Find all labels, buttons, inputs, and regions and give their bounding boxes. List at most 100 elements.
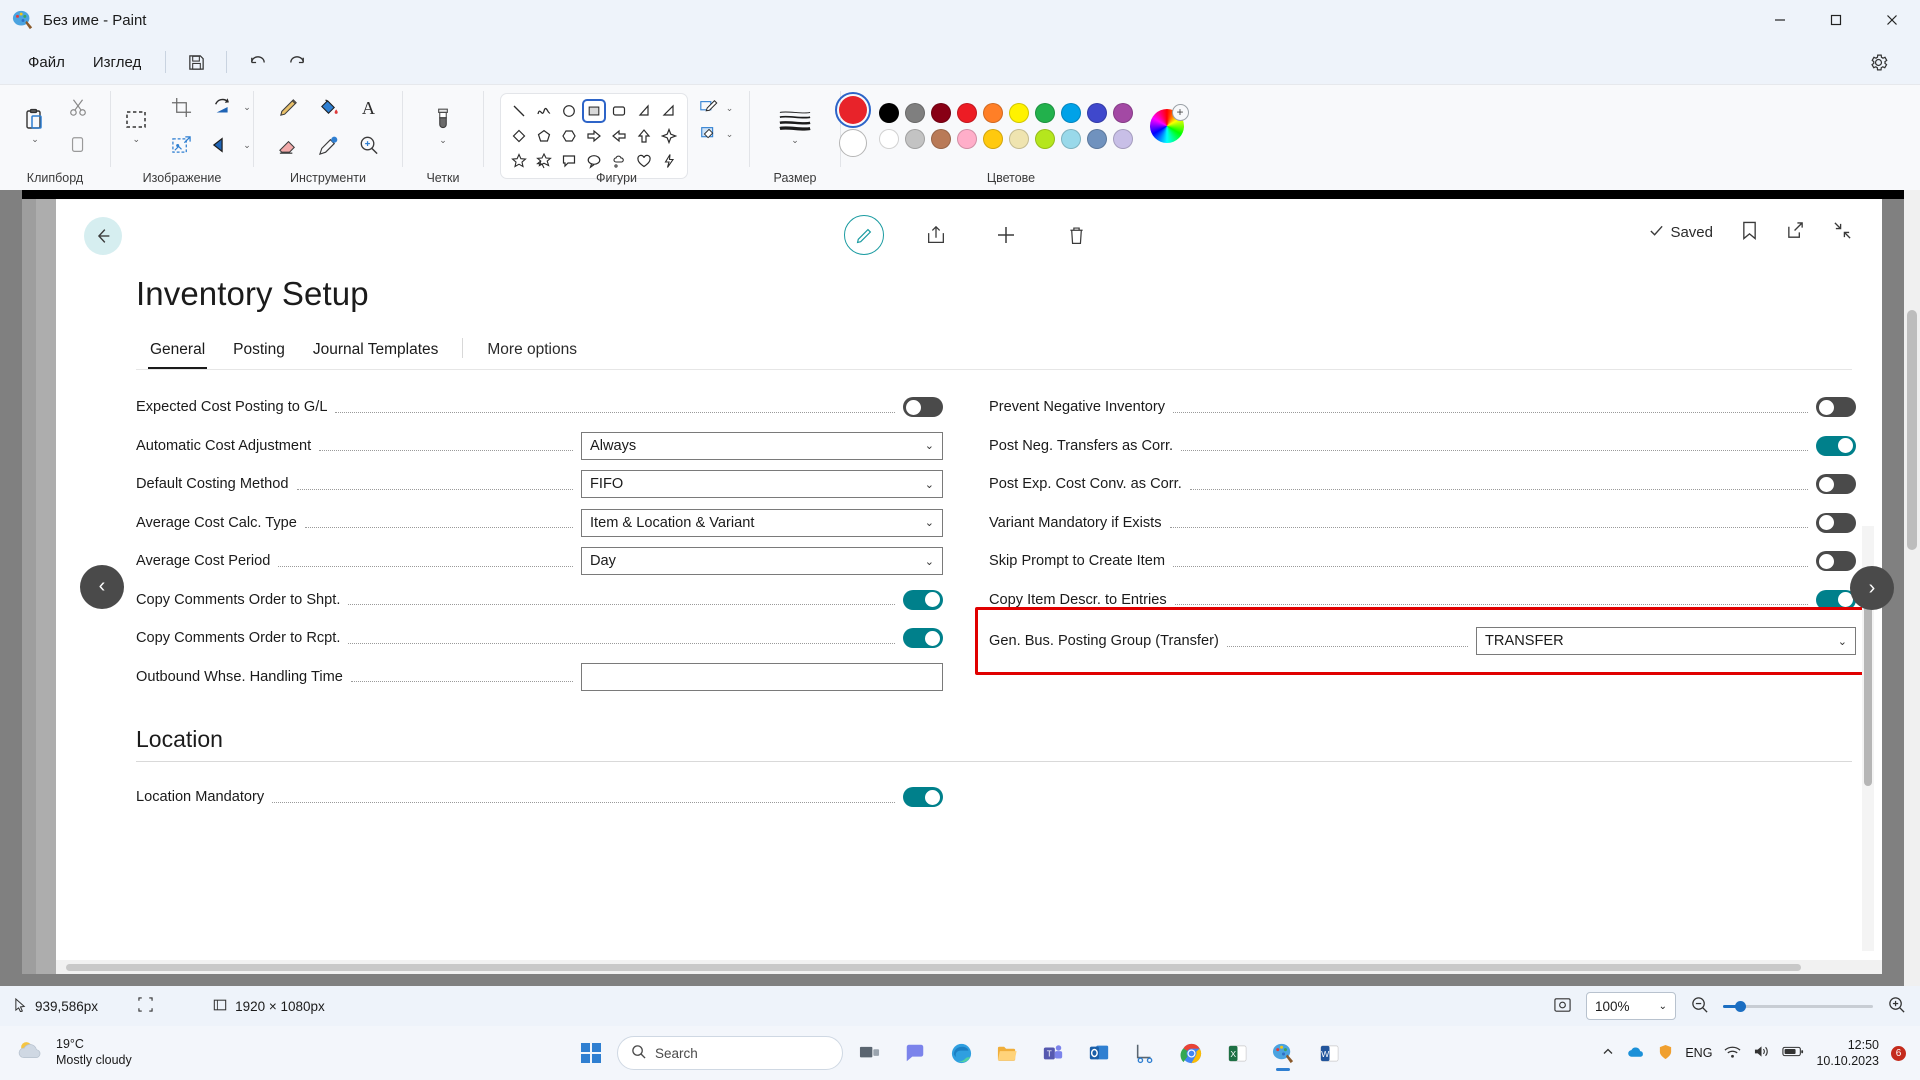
color-swatch[interactable]	[905, 129, 925, 149]
flip-icon[interactable]	[203, 127, 243, 163]
shape-pentagon[interactable]	[532, 124, 556, 148]
color-swatch[interactable]	[1035, 129, 1055, 149]
edge-icon[interactable]	[941, 1033, 981, 1073]
zoom-in-icon[interactable]	[1887, 995, 1906, 1017]
excel-icon[interactable]: X	[1217, 1033, 1257, 1073]
weather-widget[interactable]: 19°C Mostly cloudy	[16, 1037, 132, 1068]
nav-next-button[interactable]: ›	[1850, 566, 1894, 610]
color-swatch[interactable]	[905, 103, 925, 123]
color-swatch[interactable]	[983, 103, 1003, 123]
undo-icon[interactable]	[237, 46, 277, 78]
outlook-icon[interactable]	[1079, 1033, 1119, 1073]
file-explorer-icon[interactable]	[987, 1033, 1027, 1073]
tab-journal-templates[interactable]: Journal Templates	[299, 335, 453, 369]
shape-star-5[interactable]	[507, 149, 531, 173]
redo-icon[interactable]	[277, 46, 317, 78]
wifi-icon[interactable]	[1724, 1045, 1741, 1062]
shapes-gallery[interactable]	[499, 93, 688, 179]
nav-previous-button[interactable]: ‹	[80, 564, 124, 609]
teams-icon[interactable]: T	[1033, 1033, 1073, 1073]
shape-callout-oval[interactable]	[582, 149, 606, 173]
toggle-switch[interactable]	[903, 589, 943, 610]
color-wheel-icon[interactable]: +	[1149, 104, 1189, 143]
open-in-new-window-icon[interactable]	[1786, 221, 1805, 244]
paint-canvas-area[interactable]: Saved Inventory Setup General Posting Jo…	[0, 190, 1920, 986]
paint-taskbar-icon[interactable]	[1263, 1033, 1303, 1073]
color-swatch[interactable]	[879, 129, 899, 149]
select-button[interactable]: ⌄	[113, 95, 159, 157]
shape-rectangle[interactable]	[581, 99, 606, 123]
shape-arrow-up[interactable]	[632, 124, 656, 148]
collapse-icon[interactable]	[1833, 221, 1852, 244]
text-field[interactable]	[581, 662, 943, 691]
show-hidden-icons-icon[interactable]	[1601, 1045, 1615, 1062]
toggle-switch[interactable]	[1816, 474, 1856, 495]
dropdown-field[interactable]: Always ⌄	[581, 431, 943, 460]
brush-size-button[interactable]: ⌄	[772, 95, 818, 157]
pencil-icon[interactable]	[268, 89, 308, 125]
zoom-level-select[interactable]: 100% ⌄	[1586, 992, 1676, 1020]
battery-icon[interactable]	[1782, 1045, 1804, 1061]
crop-button[interactable]	[161, 89, 201, 125]
menu-view[interactable]: Изглед	[79, 48, 155, 77]
shape-outline-icon[interactable]	[694, 95, 724, 121]
toggle-switch[interactable]	[903, 628, 943, 649]
shape-triangle[interactable]	[657, 99, 681, 123]
cut-button[interactable]	[58, 89, 98, 125]
dropdown-field[interactable]: Item & Location & Variant ⌄	[581, 508, 943, 537]
eyedropper-icon[interactable]	[308, 127, 348, 163]
snipping-tool-icon[interactable]	[1125, 1033, 1165, 1073]
toggle-switch[interactable]	[1816, 397, 1856, 418]
plus-icon[interactable]	[988, 217, 1024, 253]
color-palette[interactable]	[877, 101, 1136, 152]
shape-callout-cloud[interactable]	[607, 149, 631, 173]
chrome-icon[interactable]	[1171, 1033, 1211, 1073]
shape-oval[interactable]	[557, 99, 581, 123]
windows-start-icon[interactable]	[571, 1033, 611, 1073]
text-a-icon[interactable]: A	[348, 89, 388, 125]
toggle-switch[interactable]	[903, 787, 943, 808]
bc-horizontal-scroll-thumb[interactable]	[66, 964, 1801, 971]
shape-four-point-star[interactable]	[657, 124, 681, 148]
minimize-button[interactable]	[1752, 0, 1808, 40]
task-view-icon[interactable]	[849, 1033, 889, 1073]
color-swatch[interactable]	[1113, 103, 1133, 123]
word-icon[interactable]: W	[1309, 1033, 1349, 1073]
chevron-down-icon[interactable]: ⌄	[726, 103, 734, 113]
color-swatch[interactable]	[879, 103, 899, 123]
chat-icon[interactable]	[895, 1033, 935, 1073]
notification-badge[interactable]: 6	[1891, 1045, 1906, 1061]
pencil-edit-icon[interactable]	[844, 215, 884, 255]
color-swatch[interactable]	[1061, 129, 1081, 149]
toggle-switch[interactable]	[1816, 435, 1856, 456]
shape-fill-icon[interactable]	[694, 121, 724, 147]
fit-to-window-icon[interactable]	[1553, 996, 1572, 1017]
color-swatch[interactable]	[1087, 103, 1107, 123]
chevron-down-icon[interactable]: ⌄	[243, 140, 251, 150]
save-icon[interactable]	[176, 46, 216, 78]
bc-vertical-scroll-thumb[interactable]	[1864, 596, 1872, 786]
volume-icon[interactable]	[1753, 1044, 1770, 1062]
shape-callout-rect[interactable]	[557, 149, 581, 173]
shape-line[interactable]	[507, 99, 531, 123]
paint-canvas-scroll-thumb[interactable]	[1907, 310, 1917, 550]
tab-posting[interactable]: Posting	[219, 335, 299, 369]
gear-icon[interactable]	[1858, 46, 1898, 78]
maximize-button[interactable]	[1808, 0, 1864, 40]
copy-button[interactable]	[58, 127, 98, 163]
menu-file[interactable]: Файл	[14, 48, 79, 77]
dropdown-field[interactable]: FIFO ⌄	[581, 470, 943, 499]
dropdown-field[interactable]: Day ⌄	[581, 547, 943, 576]
zoom-slider-knob[interactable]	[1735, 1000, 1746, 1012]
language-indicator[interactable]: ENG	[1685, 1046, 1712, 1060]
shape-rounded-rectangle[interactable]	[607, 99, 631, 123]
add-color-icon[interactable]: +	[1171, 104, 1189, 121]
trash-icon[interactable]	[1058, 217, 1094, 253]
color-swatch[interactable]	[983, 129, 1003, 149]
toggle-switch[interactable]	[1816, 551, 1856, 572]
paint-canvas-scrollbar[interactable]	[1904, 190, 1920, 986]
magnifier-icon[interactable]	[348, 127, 388, 163]
color-swatch[interactable]	[1009, 103, 1029, 123]
color-swatch[interactable]	[931, 103, 951, 123]
chevron-down-icon[interactable]: ⌄	[726, 129, 734, 139]
